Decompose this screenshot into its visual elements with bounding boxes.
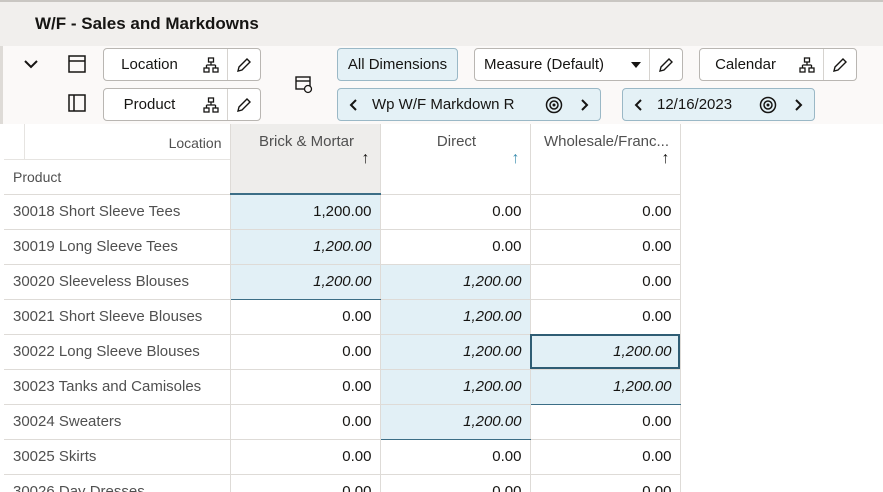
data-cell[interactable]: 1,200.00 [530,369,681,405]
data-cell[interactable]: 1,200.00 [380,334,531,370]
column-header-label: Brick & Mortar [258,133,354,150]
sort-ascending-icon[interactable]: ↑ [362,150,370,168]
calendar-dimension-pill[interactable]: Calendar [699,48,857,81]
row-header[interactable]: 30023 Tanks and Camisoles [4,369,231,405]
product-label: Product [123,96,176,113]
data-cell[interactable]: 0.00 [230,334,381,370]
chevron-right-icon[interactable] [784,89,814,120]
row-header[interactable]: 30021 Short Sleeve Blouses [4,299,231,335]
data-cell[interactable]: 0.00 [380,474,531,492]
data-cell[interactable]: 0.00 [380,439,531,475]
hierarchy-icon[interactable] [195,49,227,80]
table-row: 30024 Sweaters 0.00 1,200.00 0.00 [4,404,681,440]
measure-label: Measure (Default) [484,56,605,73]
data-cell[interactable]: 0.00 [530,264,681,300]
location-dimension-pill[interactable]: Location [103,48,261,81]
column-header-label: Wholesale/Franc... [543,133,670,150]
data-cell[interactable]: 0.00 [530,404,681,440]
row-header[interactable]: 30022 Long Sleeve Blouses [4,334,231,370]
chevron-left-icon[interactable] [623,89,653,120]
column-header-direct[interactable]: Direct ↑ [380,124,531,195]
measure-dropdown[interactable]: Measure (Default) [474,48,683,81]
data-cell[interactable]: 0.00 [230,439,381,475]
column-header-label: Direct [436,133,477,150]
data-cell[interactable]: 0.00 [530,299,681,335]
data-cell[interactable]: 0.00 [380,229,531,265]
chevron-left-icon[interactable] [338,89,368,120]
chevron-right-icon[interactable] [570,89,600,120]
edit-pencil-icon[interactable] [649,49,682,80]
row-header[interactable]: 30020 Sleeveless Blouses [4,264,231,300]
date-navigator: 12/16/2023 [622,88,815,121]
data-grid: Location Product Brick & Mortar ↑ Direct… [4,124,883,492]
edit-pencil-icon[interactable] [823,49,856,80]
data-cell[interactable]: 0.00 [530,439,681,475]
column-header-wholesale-franchise[interactable]: Wholesale/Franc... ↑ [530,124,681,195]
caret-down-icon[interactable] [623,49,649,80]
data-cell[interactable]: 0.00 [230,404,381,440]
table-row: 30019 Long Sleeve Tees 1,200.00 0.00 0.0… [4,229,681,265]
data-cell[interactable]: 0.00 [530,229,681,265]
data-cell[interactable]: 1,200.00 [230,264,381,300]
data-cell[interactable]: 0.00 [230,299,381,335]
table-row: 30025 Skirts 0.00 0.00 0.00 [4,439,681,475]
all-dimensions-button[interactable]: All Dimensions [337,48,458,81]
row-header[interactable]: 30018 Short Sleeve Tees [4,194,231,230]
data-cell[interactable]: 0.00 [380,194,531,230]
hierarchy-icon[interactable] [791,49,823,80]
data-cell[interactable]: 0.00 [530,194,681,230]
table-row: 30026 Day Dresses 0.00 0.00 0.00 [4,474,681,492]
data-cell[interactable]: 1,200.00 [230,229,381,265]
data-cell[interactable]: 1,200.00 [380,369,531,405]
focused-data-cell[interactable]: 1,200.00 [530,334,681,370]
data-cell[interactable]: 1,200.00 [380,263,531,300]
row-header[interactable]: 30019 Long Sleeve Tees [4,229,231,265]
row-header[interactable]: 30025 Skirts [4,439,231,475]
row-layout-icon[interactable] [66,53,88,75]
edit-pencil-icon[interactable] [227,89,260,120]
collapse-chevron-icon[interactable] [19,52,43,76]
product-axis-label: Product [13,168,62,185]
data-cell[interactable]: 0.00 [230,369,381,405]
row-header[interactable]: 30024 Sweaters [4,404,231,440]
table-row: 30018 Short Sleeve Tees 1,200.00 0.00 0.… [4,194,681,230]
target-icon[interactable] [538,89,570,120]
measure-nav-label: Wp W/F Markdown R [372,96,515,113]
hierarchy-icon[interactable] [195,89,227,120]
sort-ascending-icon[interactable]: ↑ [662,150,670,168]
table-row: 30021 Short Sleeve Blouses 0.00 1,200.00… [4,299,681,335]
row-header[interactable]: 30026 Day Dresses [4,474,231,492]
product-dimension-pill[interactable]: Product [103,88,261,121]
measure-navigator: Wp W/F Markdown R [337,88,601,121]
data-cell[interactable]: 0.00 [530,474,681,492]
grid-corner-header: Location Product [4,124,231,195]
sort-ascending-icon[interactable]: ↑ [512,150,520,168]
data-cell[interactable]: 1,200.00 [230,194,381,230]
table-row: 30020 Sleeveless Blouses 1,200.00 1,200.… [4,263,681,300]
table-row: 30022 Long Sleeve Blouses 0.00 1,200.00 … [4,334,681,370]
calendar-label: Calendar [715,56,776,73]
edit-pencil-icon[interactable] [227,49,260,80]
data-cell[interactable]: 1,200.00 [380,404,531,440]
page-title: W/F - Sales and Markdowns [35,14,259,33]
table-row: 30023 Tanks and Camisoles 0.00 1,200.00 … [4,369,681,405]
title-bar: W/F - Sales and Markdowns [0,0,883,46]
column-header-brick-mortar[interactable]: Brick & Mortar ↑ [230,124,381,195]
column-layout-icon[interactable] [66,92,88,114]
target-icon[interactable] [752,89,784,120]
data-cell[interactable]: 1,200.00 [380,299,531,335]
location-label: Location [121,56,178,73]
data-cell[interactable]: 0.00 [230,474,381,492]
view-settings-icon[interactable] [293,74,315,96]
location-axis-label: Location [168,135,222,151]
toolbar: Location Product All Dimensions Measure … [0,46,883,124]
date-nav-label: 12/16/2023 [657,96,733,113]
